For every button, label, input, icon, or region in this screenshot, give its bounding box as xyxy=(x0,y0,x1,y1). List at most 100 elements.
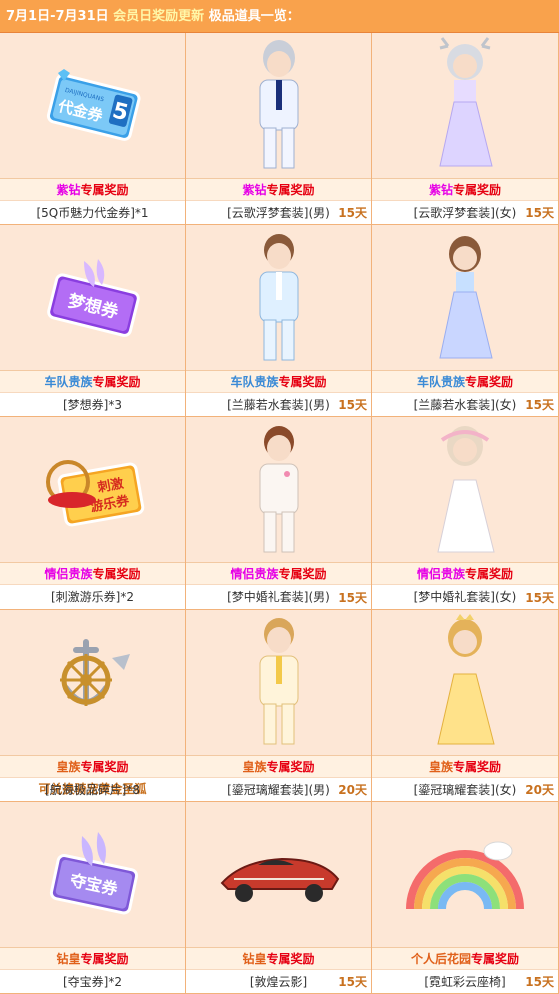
header-title: 极品道具一览： xyxy=(208,9,300,24)
reward-tier: 情侣贵族专属奖励 xyxy=(0,562,185,585)
rainbow-seat-icon xyxy=(406,841,524,910)
reward-image xyxy=(186,33,371,178)
reward-name: [敦煌云影] xyxy=(186,968,371,993)
reward-tier: 情侣贵族专属奖励 xyxy=(372,562,558,585)
exclusive-label: 专属奖励 xyxy=(92,567,141,582)
reward-card[interactable]: 15天 车队贵族专属奖励 [兰藤若水套装](男) xyxy=(186,225,372,418)
exclusive-label: 专属奖励 xyxy=(278,375,327,390)
reward-name: [鎏冠璃耀套装](女) xyxy=(372,776,558,801)
reward-name: [5Q币魅力代金券]*1 xyxy=(0,200,185,224)
exclusive-label: 专属奖励 xyxy=(80,183,129,197)
reward-name: [兰藤若水套装](女) xyxy=(372,392,558,416)
reward-image xyxy=(372,33,558,178)
reward-card[interactable]: 15天 个人后花园专属奖励 [霓虹彩云座椅] xyxy=(372,801,559,994)
exclusive-label: 专属奖励 xyxy=(453,759,502,774)
reward-name: [霓虹彩云座椅] xyxy=(372,968,558,993)
reward-image xyxy=(186,801,371,947)
male-wedding-suit-avatar xyxy=(259,425,298,553)
amusement-ticket-icon: 刺激 游乐券 xyxy=(45,459,144,527)
tier-label: 紫钻 xyxy=(428,183,453,197)
reward-tier: 车队贵族专属奖励 xyxy=(186,370,371,393)
tier-label: 皇族 xyxy=(428,759,453,774)
male-blue-suit-avatar xyxy=(259,233,298,361)
header-bar: 7月1日-7月31日 会员日奖励更新 极品道具一览： xyxy=(0,0,559,33)
female-antler-dress-avatar xyxy=(439,36,493,166)
reward-tier: 紫钻专属奖励 xyxy=(372,178,558,200)
exclusive-label: 专属奖励 xyxy=(266,951,315,966)
reward-image xyxy=(186,225,371,371)
tier-label: 车队贵族 xyxy=(230,375,279,390)
reward-name: [梦中婚礼套装](男) xyxy=(186,584,371,608)
tier-label: 皇族 xyxy=(242,759,267,774)
tier-label: 情侣贵族 xyxy=(44,567,93,582)
reward-card[interactable]: 20天 皇族专属奖励 [鎏冠璃耀套装](男) xyxy=(186,609,372,802)
reward-card[interactable]: 15天 车队贵族专属奖励 [兰藤若水套装](女) xyxy=(372,225,559,418)
reward-page: 7月1日-7月31日 会员日奖励更新 极品道具一览： 5 代金券 DAIJINQ… xyxy=(0,0,559,994)
reward-card[interactable]: 可兑换骑宠黄金圣狐 皇族专属奖励 [航海极品碎片]*8 xyxy=(0,609,186,802)
exclusive-label: 专属奖励 xyxy=(471,951,520,966)
reward-name: [夺宝券]*2 xyxy=(0,968,185,993)
reward-card[interactable]: 15天 紫钻专属奖励 [云歌浮梦套装](女) xyxy=(372,33,559,226)
reward-tier: 钻皇专属奖励 xyxy=(0,946,185,969)
reward-card[interactable]: 20天 皇族专属奖励 [鎏冠璃耀套装](女) xyxy=(372,609,559,802)
reward-name: [刺激游乐券]*2 xyxy=(0,584,185,608)
voucher-ticket-icon: 5 代金券 DAIJINQUANS xyxy=(46,68,141,141)
reward-image xyxy=(372,609,558,755)
exclusive-label: 专属奖励 xyxy=(465,567,514,582)
exclusive-label: 专属奖励 xyxy=(465,375,514,390)
exclusive-label: 专属奖励 xyxy=(453,183,502,197)
reward-name: [兰藤若水套装](男) xyxy=(186,392,371,416)
exclusive-label: 专属奖励 xyxy=(266,759,315,774)
reward-tier: 钻皇专属奖励 xyxy=(186,946,371,969)
reward-tier: 紫钻专属奖励 xyxy=(186,178,371,200)
reward-image xyxy=(186,609,371,755)
tier-label: 紫钻 xyxy=(56,183,81,197)
reward-tier: 皇族专属奖励 xyxy=(0,754,185,777)
male-gold-suit-avatar xyxy=(259,618,298,745)
reward-image xyxy=(0,609,185,755)
reward-card[interactable]: 夺宝券 钻皇专属奖励 [夺宝券]*2 xyxy=(0,801,186,994)
reward-tier: 车队贵族专属奖励 xyxy=(372,370,558,393)
reward-image xyxy=(372,801,558,947)
reward-tier: 个人后花园专属奖励 xyxy=(372,946,558,969)
reward-image xyxy=(372,417,558,563)
tier-label: 个人后花园 xyxy=(410,951,471,966)
tier-label: 情侣贵族 xyxy=(230,567,279,582)
exclusive-label: 专属奖励 xyxy=(92,375,141,390)
reward-card[interactable]: 15天 情侣贵族专属奖励 [梦中婚礼套装](男) xyxy=(186,417,372,610)
reward-grid: 5 代金券 DAIJINQUANS 紫钻专属奖励 [5Q币魅力代金券]*1 15… xyxy=(0,33,559,994)
reward-card[interactable]: 5 代金券 DAIJINQUANS 紫钻专属奖励 [5Q币魅力代金券]*1 xyxy=(0,33,186,226)
race-car-icon xyxy=(220,858,339,903)
reward-image: 刺激 游乐券 xyxy=(0,417,185,563)
reward-image: 梦想券 xyxy=(0,225,185,371)
female-wedding-dress-avatar xyxy=(437,425,495,553)
reward-name: [鎏冠璃耀套装](男) xyxy=(186,776,371,801)
reward-card[interactable]: 梦想券 车队贵族专属奖励 [梦想券]*3 xyxy=(0,225,186,418)
exclusive-label: 专属奖励 xyxy=(80,951,129,966)
tier-label: 钻皇 xyxy=(56,951,81,966)
tier-label: 钻皇 xyxy=(242,951,267,966)
reward-card[interactable]: 15天 情侣贵族专属奖励 [梦中婚礼套装](女) xyxy=(372,417,559,610)
reward-name: [梦中婚礼套装](女) xyxy=(372,584,558,608)
tier-label: 车队贵族 xyxy=(416,375,465,390)
female-blue-dress-avatar xyxy=(439,235,493,359)
reward-image: 5 代金券 DAIJINQUANS xyxy=(0,33,185,178)
header-date: 7月1日-7月31日 xyxy=(6,9,109,24)
reward-tier: 皇族专属奖励 xyxy=(372,754,558,777)
anchor-wheel-fragment-icon xyxy=(59,639,130,707)
reward-card[interactable]: 15天 钻皇专属奖励 [敦煌云影] xyxy=(186,801,372,994)
reward-card[interactable]: 15天 紫钻专属奖励 [云歌浮梦套装](男) xyxy=(186,33,372,226)
reward-name: [云歌浮梦套装](男) xyxy=(186,200,371,224)
reward-name: [航海极品碎片]*8 xyxy=(0,776,185,801)
header-highlight: 会员日奖励更新 xyxy=(113,9,205,24)
tier-label: 皇族 xyxy=(56,759,81,774)
tier-label: 情侣贵族 xyxy=(416,567,465,582)
exclusive-label: 专属奖励 xyxy=(266,183,315,197)
male-white-suit-avatar xyxy=(259,39,298,168)
dream-ticket-icon: 梦想券 xyxy=(46,258,140,337)
reward-image xyxy=(372,225,558,371)
reward-image: 夺宝券 xyxy=(0,801,185,947)
tier-label: 紫钻 xyxy=(242,183,267,197)
reward-tier: 皇族专属奖励 xyxy=(186,754,371,777)
reward-card[interactable]: 刺激 游乐券 情侣贵族专属奖励 [刺激游乐券]*2 xyxy=(0,417,186,610)
